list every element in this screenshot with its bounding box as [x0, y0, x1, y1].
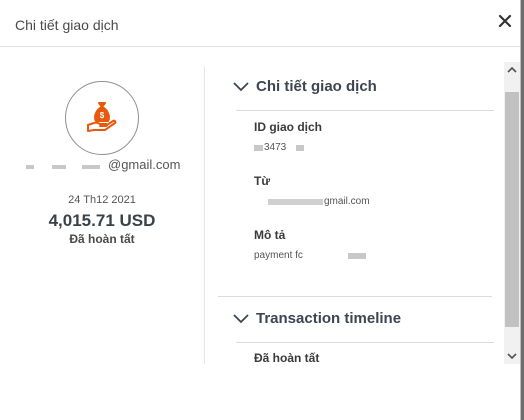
redaction — [296, 145, 304, 151]
transaction-status: Đã hoàn tất — [69, 232, 135, 246]
details-heading: Chi tiết giao dịch — [256, 78, 377, 95]
timeline-heading: Transaction timeline — [256, 310, 402, 327]
timeline-section-toggle[interactable]: Transaction timeline — [232, 310, 401, 327]
redaction — [82, 165, 100, 169]
chevron-down-icon — [233, 313, 249, 323]
redaction — [268, 199, 323, 205]
section-divider — [218, 296, 492, 297]
redaction — [52, 165, 66, 169]
modal-header: Chi tiết giao dịch — [0, 0, 520, 47]
scroll-down-arrow-icon — [507, 353, 517, 360]
email-suffix: @gmail.com — [108, 157, 181, 172]
transaction-date: 24 Th12 2021 — [68, 194, 136, 206]
redaction — [26, 165, 34, 169]
transaction-amount: 4,015.71 USD — [48, 211, 156, 230]
scroll-thumb[interactable] — [505, 92, 519, 327]
scroll-up-button[interactable] — [504, 62, 520, 78]
scroll-up-arrow-icon — [507, 66, 517, 73]
timeline-divider — [236, 342, 494, 343]
close-button[interactable] — [498, 14, 512, 28]
transaction-id-label: ID giao dịch — [254, 120, 323, 134]
description-value: payment fc — [254, 250, 366, 261]
chevron-down-icon — [233, 81, 249, 91]
column-divider — [204, 66, 205, 364]
timeline-entry-status: Đã hoàn tất — [254, 351, 320, 365]
avatar: $ — [65, 81, 139, 155]
from-label: Từ — [254, 174, 271, 188]
description-label: Mô tả — [254, 228, 286, 242]
details-section-toggle[interactable]: Chi tiết giao dịch — [232, 78, 377, 95]
details-scrollbar[interactable] — [504, 62, 520, 364]
redaction — [348, 253, 366, 259]
transaction-details-modal: Chi tiết giao dịch $ @gmail.com 24 Th12 … — [0, 0, 521, 420]
redaction — [254, 145, 263, 151]
modal-title: Chi tiết giao dịch — [15, 17, 119, 33]
scroll-down-button[interactable] — [504, 348, 520, 364]
money-bag-hand-icon: $ — [87, 102, 117, 132]
svg-text:$: $ — [100, 111, 105, 120]
close-icon — [498, 14, 512, 28]
details-divider — [236, 110, 494, 111]
